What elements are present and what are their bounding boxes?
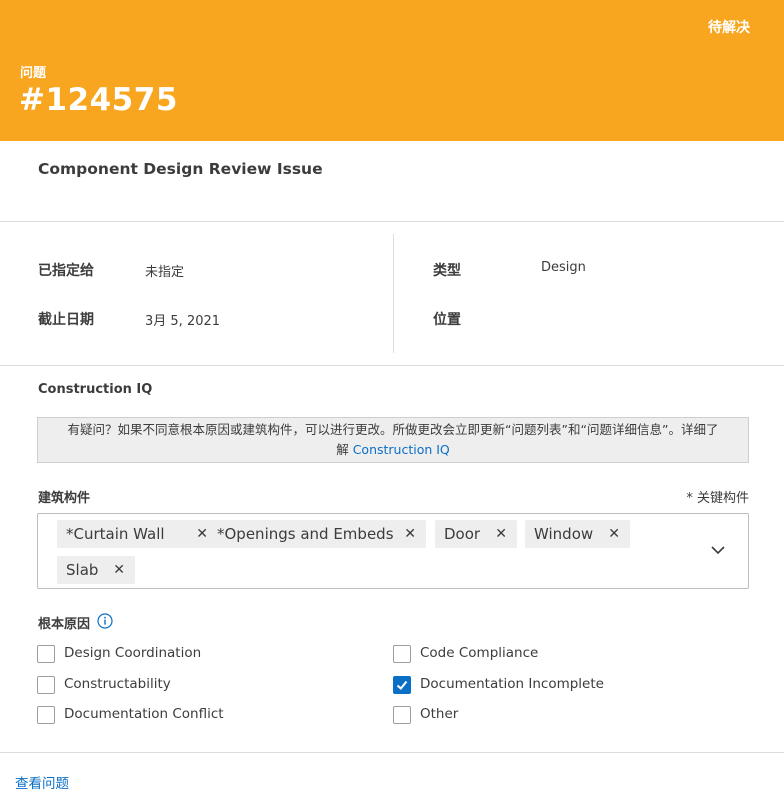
view-issue-link[interactable]: 查看问题: [15, 772, 69, 792]
construction-iq-title: Construction IQ: [38, 382, 153, 397]
checkbox-other[interactable]: [393, 706, 411, 724]
building-components-label: 建筑构件: [38, 491, 91, 506]
checkbox-design-coordination[interactable]: [37, 645, 55, 663]
root-cause-label: 根本原因: [38, 617, 91, 632]
checkbox-label: Documentation Incomplete: [420, 676, 604, 692]
notice-text: 有疑问？如果不同意根本原因或建筑构件，可以进行更改。所做更改会立即更新“问题列表…: [67, 422, 719, 437]
checkbox-label: Code Compliance: [420, 645, 539, 661]
divider: [0, 365, 784, 366]
notice-text-prefix: 解: [336, 442, 353, 457]
construction-iq-notice: 有疑问？如果不同意根本原因或建筑构件，可以进行更改。所做更改会立即更新“问题列表…: [37, 417, 749, 463]
notice-text-line2: 解 Construction IQ: [42, 440, 744, 460]
divider: [0, 221, 784, 222]
tag-label: *Curtain Wall: [66, 525, 165, 543]
building-components-select[interactable]: *Curtain Wall ✕ *Openings and Embeds ✕ D…: [37, 513, 749, 589]
key-component-note: * 关键构件: [686, 491, 749, 506]
checkbox-label: Documentation Conflict: [64, 706, 224, 722]
close-icon[interactable]: ✕: [404, 520, 416, 548]
checkbox-label: Design Coordination: [64, 645, 202, 661]
checkbox-label: Other: [420, 706, 459, 722]
tag-label: *Openings and Embeds: [217, 525, 394, 543]
checkbox-constructability[interactable]: [37, 676, 55, 694]
type-label: 类型: [433, 263, 461, 279]
close-icon[interactable]: ✕: [113, 556, 125, 584]
issue-number: #124575: [19, 82, 178, 118]
assigned-value: 未指定: [145, 265, 185, 280]
close-icon[interactable]: ✕: [495, 520, 507, 548]
type-value: Design: [541, 260, 586, 275]
tag-label: Door: [444, 525, 481, 543]
due-date-label: 截止日期: [38, 312, 94, 328]
construction-iq-link[interactable]: Construction IQ: [353, 442, 450, 457]
tag-openings-and-embeds: *Openings and Embeds ✕: [208, 520, 426, 548]
close-icon[interactable]: ✕: [608, 520, 620, 548]
divider: [0, 752, 784, 753]
chevron-down-icon[interactable]: [710, 542, 726, 558]
checkbox-documentation-conflict[interactable]: [37, 706, 55, 724]
tag-curtain-wall: *Curtain Wall ✕: [57, 520, 218, 548]
info-icon[interactable]: [97, 613, 113, 629]
close-icon[interactable]: ✕: [196, 520, 208, 548]
field-column-divider: [393, 234, 394, 353]
tag-window: Window ✕: [525, 520, 630, 548]
issue-label: 问题: [20, 66, 47, 81]
tag-door: Door ✕: [435, 520, 517, 548]
checkbox-code-compliance[interactable]: [393, 645, 411, 663]
issue-title: Component Design Review Issue: [38, 160, 323, 178]
checkbox-label: Constructability: [64, 676, 171, 692]
tag-label: Window: [534, 525, 594, 543]
tag-label: Slab: [66, 561, 99, 579]
check-icon: [396, 680, 408, 690]
due-date-value: 3月 5, 2021: [145, 314, 221, 329]
location-label: 位置: [433, 312, 461, 328]
status-badge: 待解决: [708, 20, 750, 36]
checkbox-documentation-incomplete[interactable]: [393, 676, 411, 694]
tag-slab: Slab ✕: [57, 556, 135, 584]
assigned-label: 已指定给: [38, 263, 94, 279]
issue-header: 待解决 问题 #124575: [0, 0, 784, 141]
